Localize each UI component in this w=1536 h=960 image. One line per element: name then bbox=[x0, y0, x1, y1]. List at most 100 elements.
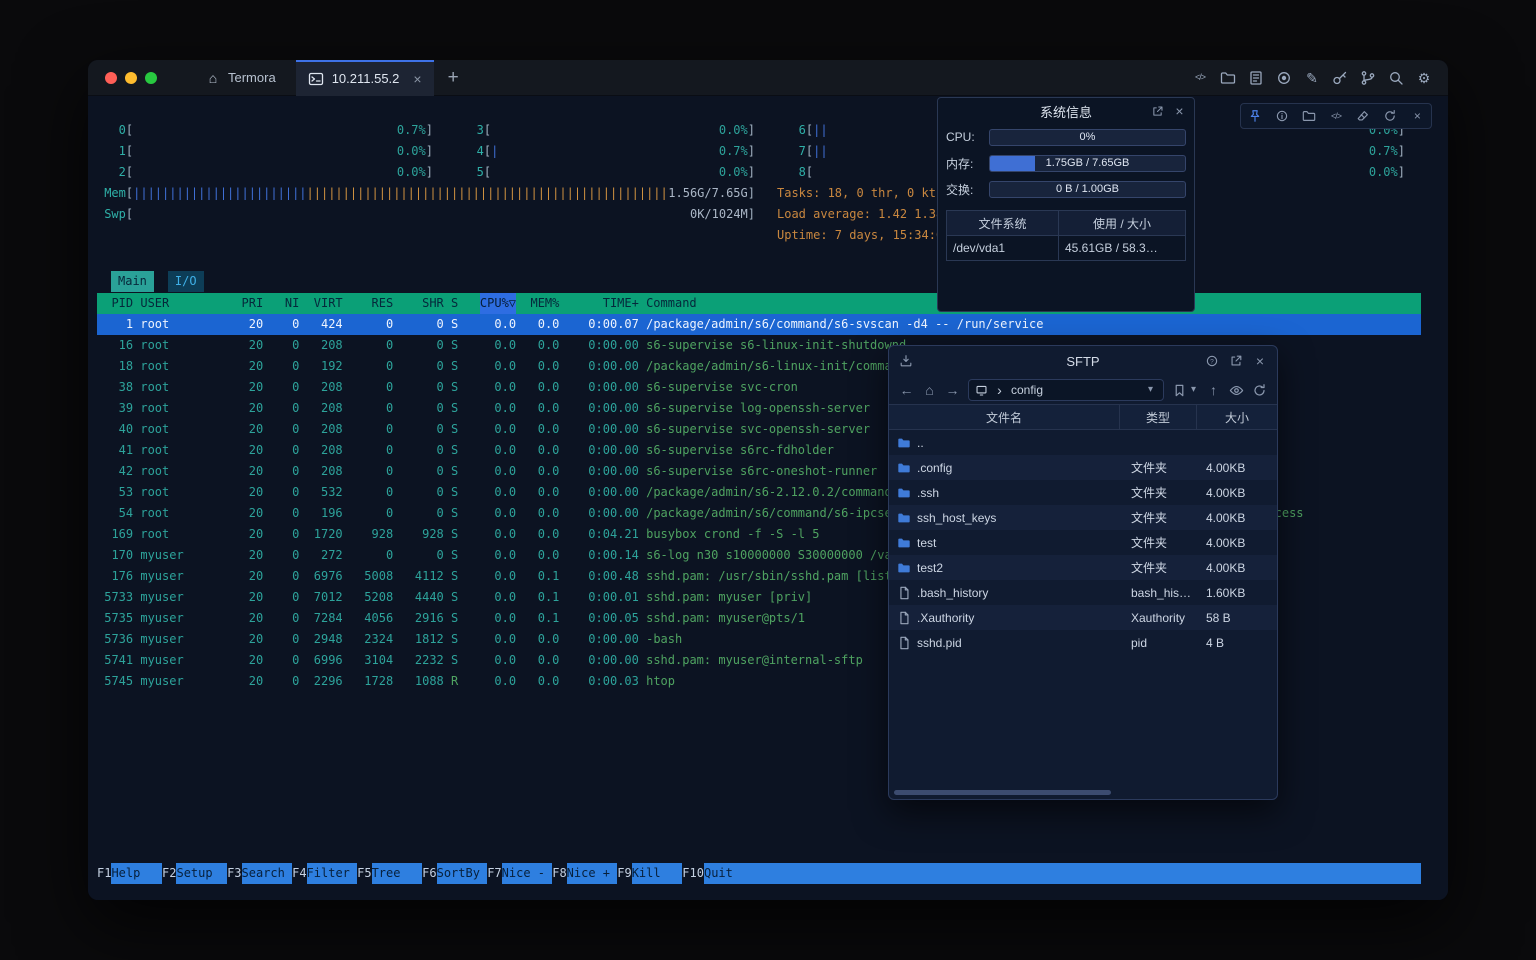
sftp-table-header[interactable]: 文件名 类型 大小 bbox=[889, 404, 1277, 430]
close-icon[interactable]: × bbox=[1253, 354, 1267, 368]
sftp-row-ssh_host_keys[interactable]: ssh_host_keys文件夹4.00KB bbox=[889, 505, 1277, 530]
code-icon[interactable]: </> bbox=[1329, 109, 1343, 123]
fnlabel-F8[interactable]: Nice + bbox=[567, 863, 618, 884]
refresh-icon[interactable] bbox=[1383, 109, 1397, 123]
open-external-icon[interactable] bbox=[1151, 105, 1164, 118]
horizontal-scrollbar[interactable] bbox=[889, 789, 1277, 797]
close-icon[interactable]: × bbox=[1410, 109, 1424, 123]
fnkey-F6[interactable]: F6 bbox=[422, 863, 436, 884]
scrollbar-thumb[interactable] bbox=[894, 790, 1111, 795]
process-row-1[interactable]: 1 root 20 0 424 0 0 S 0.0 0.0 0:00.07 /p… bbox=[97, 314, 1421, 335]
htop-tab-main[interactable]: Main bbox=[111, 271, 154, 292]
fnkey-F9[interactable]: F9 bbox=[617, 863, 631, 884]
root-icon bbox=[975, 384, 988, 397]
record-icon[interactable] bbox=[1276, 70, 1292, 86]
chevron-down-icon[interactable]: ▾ bbox=[1144, 384, 1157, 397]
cpu-meter-4: 4[|0.7%] bbox=[455, 141, 755, 162]
sftp-row-test2[interactable]: test2文件夹4.00KB bbox=[889, 555, 1277, 580]
sftp-row-..[interactable]: .. bbox=[889, 430, 1277, 455]
column-filename[interactable]: 文件名 bbox=[889, 405, 1119, 429]
upload-icon[interactable]: ↑ bbox=[1206, 383, 1221, 398]
fnlabel-F5[interactable]: Tree bbox=[372, 863, 423, 884]
sftp-row-test[interactable]: test文件夹4.00KB bbox=[889, 530, 1277, 555]
forward-icon[interactable]: → bbox=[945, 383, 960, 398]
fnkey-F10[interactable]: F10 bbox=[682, 863, 704, 884]
swap-meter: Swp[0K/1024M] bbox=[97, 204, 755, 225]
column-type[interactable]: 类型 bbox=[1119, 405, 1196, 429]
pin-icon[interactable] bbox=[1248, 109, 1262, 123]
titlebar-toolbar: </> ✎ ⚙ bbox=[1192, 70, 1448, 86]
show-hidden-icon[interactable] bbox=[1229, 383, 1244, 398]
fnkey-F1[interactable]: F1 bbox=[97, 863, 111, 884]
file-name: sshd.pid bbox=[917, 636, 962, 650]
sftp-row-sshd.pid[interactable]: sshd.pidpid4 B bbox=[889, 630, 1277, 655]
app-home-tab[interactable]: ⌂ Termora bbox=[195, 60, 286, 96]
open-external-icon[interactable] bbox=[1229, 354, 1243, 368]
folder-icon[interactable] bbox=[1220, 70, 1236, 86]
minimize-window-button[interactable] bbox=[125, 72, 137, 84]
code-icon[interactable]: </> bbox=[1192, 70, 1208, 86]
system-info-panel: 系统信息 × CPU:0%内存:1.75GB / 7.65GB交换:0 B / … bbox=[937, 97, 1195, 312]
sftp-row-.config[interactable]: .config文件夹4.00KB bbox=[889, 455, 1277, 480]
home-icon[interactable]: ⌂ bbox=[922, 383, 937, 398]
column-size[interactable]: 大小 bbox=[1196, 405, 1277, 429]
fnkey-F7[interactable]: F7 bbox=[487, 863, 501, 884]
tab-ssh-session[interactable]: 10.211.55.2 × bbox=[296, 60, 434, 96]
file-name: ssh_host_keys bbox=[917, 511, 996, 525]
bookmark-icon[interactable] bbox=[1172, 383, 1187, 398]
help-icon[interactable]: ? bbox=[1205, 354, 1219, 368]
fnlabel-F3[interactable]: Search bbox=[242, 863, 293, 884]
meter-value: 1.75GB / 7.65GB bbox=[990, 156, 1185, 171]
key-icon[interactable] bbox=[1332, 70, 1348, 86]
new-tab-button[interactable]: + bbox=[448, 67, 459, 89]
close-window-button[interactable] bbox=[105, 72, 117, 84]
fnlabel-F10[interactable]: Quit bbox=[704, 863, 755, 884]
process-table-header[interactable]: PID USER PRI NI VIRT RES SHR S CPU%▽ MEM… bbox=[97, 293, 1421, 314]
sftp-row-.bash_history[interactable]: .bash_historybash_history1.60KB bbox=[889, 580, 1277, 605]
fnkey-F3[interactable]: F3 bbox=[227, 863, 241, 884]
chevron-right-icon: › bbox=[993, 384, 1006, 397]
folder-icon bbox=[897, 461, 911, 475]
sftp-row-.ssh[interactable]: .ssh文件夹4.00KB bbox=[889, 480, 1277, 505]
info-icon[interactable] bbox=[1275, 109, 1289, 123]
filesystem-row[interactable]: /dev/vda1 45.61GB / 58.3… bbox=[947, 236, 1186, 261]
fnkey-F4[interactable]: F4 bbox=[292, 863, 306, 884]
refresh-icon[interactable] bbox=[1252, 383, 1267, 398]
fnlabel-F1[interactable]: Help bbox=[111, 863, 162, 884]
sort-column-cpu[interactable]: CPU%▽ bbox=[480, 293, 516, 314]
fnlabel-F9[interactable]: Kill bbox=[632, 863, 683, 884]
filesystem-column-header: 文件系统 bbox=[947, 211, 1059, 236]
chevron-down-icon[interactable]: ▾ bbox=[1189, 383, 1198, 398]
back-icon[interactable]: ← bbox=[899, 383, 914, 398]
sysinfo-meter: CPU:0% bbox=[938, 124, 1194, 150]
fnlabel-F4[interactable]: Filter bbox=[307, 863, 358, 884]
home-icon: ⌂ bbox=[205, 70, 221, 86]
doc-icon[interactable] bbox=[1248, 70, 1264, 86]
fnkey-F8[interactable]: F8 bbox=[552, 863, 566, 884]
app-name: Termora bbox=[228, 70, 276, 85]
fnkey-F2[interactable]: F2 bbox=[162, 863, 176, 884]
folder-icon[interactable] bbox=[1302, 109, 1316, 123]
file-name: .bash_history bbox=[917, 586, 988, 600]
fnlabel-F6[interactable]: SortBy bbox=[437, 863, 488, 884]
meter-value: 0 B / 1.00GB bbox=[990, 182, 1185, 197]
fnlabel-F2[interactable]: Setup bbox=[176, 863, 227, 884]
traffic-lights bbox=[88, 72, 157, 84]
tab-close-icon[interactable]: × bbox=[413, 71, 421, 87]
branch-icon[interactable] bbox=[1360, 70, 1376, 86]
pencil-icon[interactable]: ✎ bbox=[1304, 70, 1320, 86]
sysinfo-meter: 内存:1.75GB / 7.65GB bbox=[938, 150, 1194, 176]
file-name: test bbox=[917, 536, 936, 550]
close-icon[interactable]: × bbox=[1173, 105, 1186, 118]
eraser-icon[interactable] bbox=[1356, 109, 1370, 123]
path-breadcrumb[interactable]: › config ▾ bbox=[968, 379, 1164, 401]
sftp-row-.Xauthority[interactable]: .XauthorityXauthority58 B bbox=[889, 605, 1277, 630]
sftp-window: SFTP ? × ← ⌂ → › config ▾ ▾ ↑ bbox=[888, 345, 1278, 800]
search-icon[interactable] bbox=[1388, 70, 1404, 86]
htop-tab-io[interactable]: I/O bbox=[168, 271, 204, 292]
system-info-titlebar: 系统信息 × bbox=[938, 98, 1194, 124]
fnkey-F5[interactable]: F5 bbox=[357, 863, 371, 884]
fnlabel-F7[interactable]: Nice - bbox=[502, 863, 553, 884]
zoom-window-button[interactable] bbox=[145, 72, 157, 84]
gear-icon[interactable]: ⚙ bbox=[1416, 70, 1432, 86]
